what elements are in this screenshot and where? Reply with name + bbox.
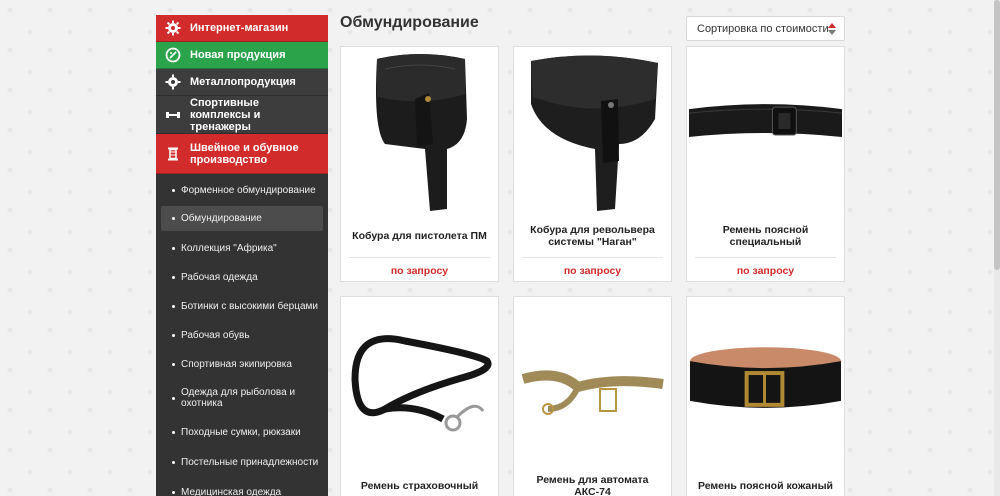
bullet-icon (172, 246, 175, 250)
product-card[interactable]: Ремень для автомата АКС-74 (513, 296, 672, 496)
bullet-icon (172, 188, 175, 192)
bullet-icon (172, 460, 175, 464)
gear-icon (164, 19, 182, 37)
product-name[interactable]: Кобура для пистолета ПМ (341, 215, 498, 257)
product-card[interactable]: Кобура для револьвера системы "Наган" по… (513, 46, 672, 282)
bullet-icon (172, 334, 175, 337)
product-name[interactable]: Кобура для револьвера системы "Наган" (514, 215, 671, 257)
category-label: Швейное и обувное производство (190, 141, 299, 166)
product-card[interactable]: Кобура для пистолета ПМ по запросу (340, 46, 499, 282)
scrollbar-thumb[interactable] (994, 0, 1000, 270)
product-card[interactable]: Ремень поясной специальный по запросу (686, 46, 845, 282)
page-scrollbar[interactable] (994, 0, 1000, 496)
subcategory-item[interactable]: Ботинки с высокими берцами (156, 292, 328, 321)
bullet-icon (172, 363, 175, 366)
sort-arrows-icon (828, 23, 836, 35)
product-name[interactable]: Ремень страховочный (341, 465, 498, 496)
sort-dropdown[interactable]: Сортировка по стоимости: (686, 16, 845, 41)
subcategory-item-active[interactable]: Обмундирование (161, 206, 323, 231)
category-label: Интернет-магазин (190, 22, 289, 34)
subcategory-item[interactable]: Форменное обмундирование (156, 175, 328, 205)
product-name[interactable]: Ремень для автомата АКС-74 (514, 465, 671, 496)
bullet-icon (172, 396, 175, 400)
gear-icon (164, 73, 182, 91)
subcategory-item[interactable]: Медицинская одежда (156, 477, 328, 496)
product-image-rifle-sling[interactable] (514, 297, 671, 465)
subcategory-item[interactable]: Спортивная экипировка (156, 350, 328, 379)
subcategory-item[interactable]: Одежда для рыболова и охотника (156, 379, 328, 417)
tag-icon (164, 46, 182, 64)
subcategory-item[interactable]: Постельные принадлежности (156, 447, 328, 477)
product-name[interactable]: Ремень поясной кожаный (687, 465, 844, 496)
product-image-leather-belt[interactable] (687, 297, 844, 465)
product-card[interactable]: Ремень страховочный (340, 296, 499, 496)
sort-label: Сортировка по стоимости: (697, 22, 832, 35)
category-sidebar: Интернет-магазин Новая продукция Металло… (156, 15, 328, 496)
category-online-store[interactable]: Интернет-магазин (156, 15, 328, 42)
product-price: по запросу (563, 265, 622, 277)
product-image-holster-nagant[interactable] (514, 47, 671, 215)
bullet-icon (172, 276, 175, 279)
category-sewing-shoe-production[interactable]: Швейное и обувное производство (156, 134, 328, 174)
product-price: по запросу (390, 265, 449, 277)
bullet-icon (172, 430, 175, 434)
category-label: Металлопродукция (190, 76, 296, 88)
category-new-products[interactable]: Новая продукция (156, 42, 328, 69)
bullet-icon (172, 490, 175, 494)
category-metal-products[interactable]: Металлопродукция (156, 69, 328, 96)
product-image-safety-belt[interactable] (341, 297, 498, 465)
subcategory-item[interactable]: Рабочая обувь (156, 321, 328, 350)
product-card[interactable]: Ремень поясной кожаный (686, 296, 845, 496)
bullet-icon (172, 217, 175, 220)
page-title: Обмундирование (340, 14, 479, 31)
product-image-belt-special[interactable] (687, 47, 844, 215)
category-label: Новая продукция (190, 49, 286, 61)
spool-icon (164, 145, 182, 163)
subcategory-item[interactable]: Походные сумки, рюкзаки (156, 417, 328, 447)
product-name[interactable]: Ремень поясной специальный (687, 215, 844, 257)
dumbbell-icon (164, 106, 182, 124)
product-price: по запросу (736, 265, 795, 277)
subcategory-item[interactable]: Рабочая одежда (156, 263, 328, 292)
bullet-icon (172, 305, 175, 308)
subcategory-item[interactable]: Коллекция "Африка" (156, 233, 328, 263)
category-sports-equipment[interactable]: Спортивные комплексы и тренажеры (156, 96, 328, 134)
product-image-holster-pm[interactable] (341, 47, 498, 215)
category-label: Спортивные комплексы и тренажеры (190, 96, 261, 133)
